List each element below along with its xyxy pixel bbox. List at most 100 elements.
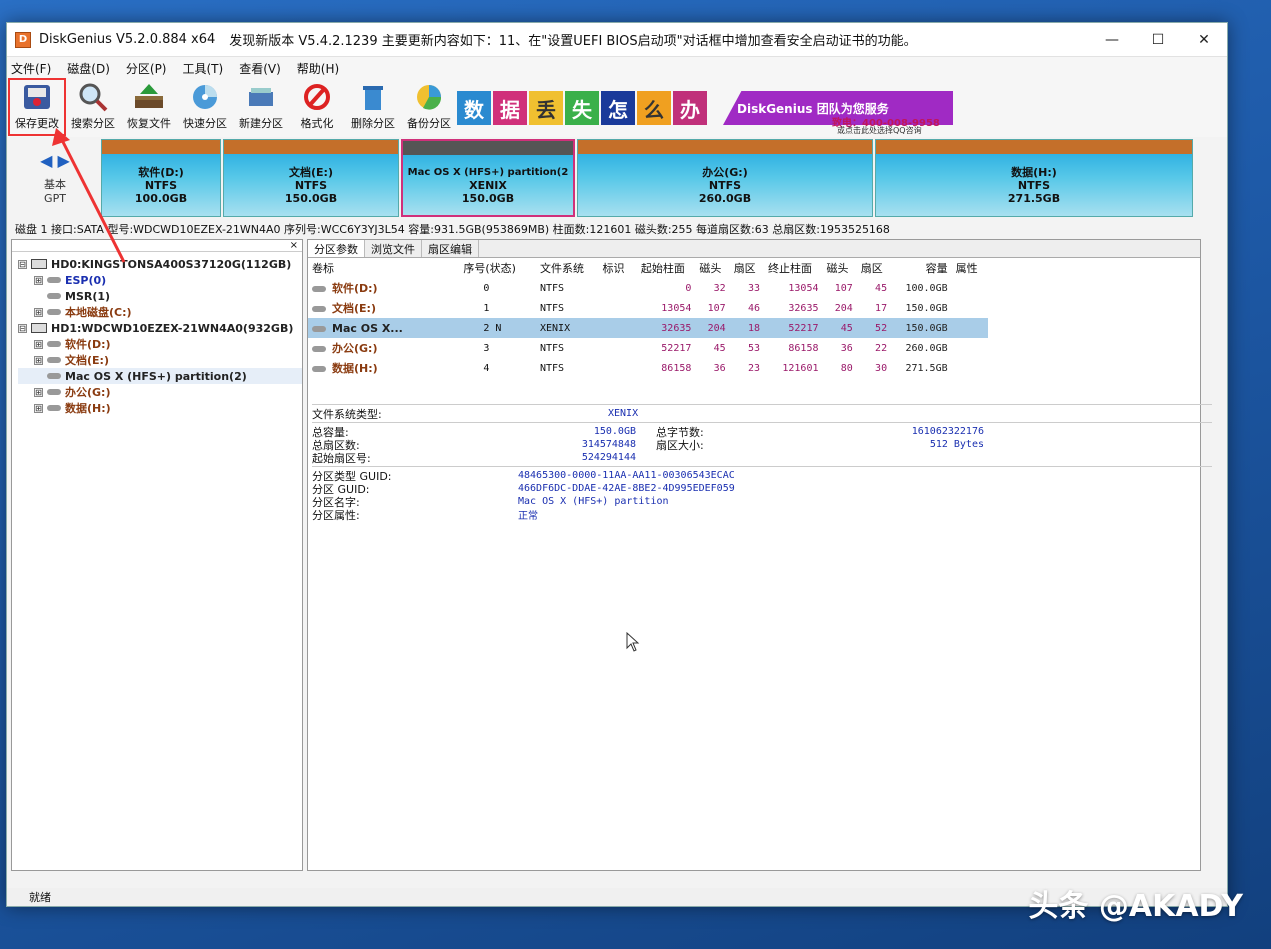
menu-file[interactable]: 文件(F)	[11, 60, 51, 77]
tab-partition-params[interactable]: 分区参数	[308, 240, 365, 257]
table-cell: XENIX	[536, 318, 599, 338]
table-cell: 53	[747, 342, 760, 354]
total-bytes-value: 161062322176	[911, 426, 984, 437]
col-flag[interactable]: 标识	[599, 258, 637, 278]
disk-nav-arrows[interactable]: ◀ ▶	[40, 151, 70, 170]
diskmap-partition-d[interactable]: 软件(D:) NTFS 100.0GB	[101, 139, 221, 217]
tree-expand-icon[interactable]: ⊞	[34, 275, 43, 285]
delete-partition-button[interactable]: 删除分区	[345, 79, 401, 135]
restore-files-button[interactable]: 恢复文件	[121, 79, 177, 135]
banner-char: 失	[565, 91, 599, 125]
new-partition-button[interactable]: 新建分区	[233, 79, 289, 135]
tree-item[interactable]: ⊞ 办公(G:)	[18, 384, 302, 400]
minimize-button[interactable]: —	[1089, 23, 1135, 56]
diskgenius-window: D DiskGenius V5.2.0.884 x64 发现新版本 V5.4.2…	[6, 22, 1228, 907]
partition-icon	[312, 366, 326, 372]
table-cell	[599, 358, 637, 378]
tree-expand-icon[interactable]: ⊞	[34, 387, 43, 397]
table-cell: 271.5GB	[905, 362, 948, 374]
start-sector-label: 起始扇区号:	[312, 451, 371, 465]
menu-tools[interactable]: 工具(T)	[183, 60, 224, 77]
partition-icon	[47, 341, 61, 347]
new-partition-icon	[243, 81, 279, 113]
menu-disk[interactable]: 磁盘(D)	[67, 60, 110, 77]
col-start-head[interactable]: 磁头	[695, 258, 729, 278]
tree-item[interactable]: ⊞ 软件(D:)	[18, 336, 302, 352]
col-index[interactable]: 序号(状态)	[459, 258, 536, 278]
table-cell: 32635	[788, 302, 819, 314]
diskmap-partition-g[interactable]: 办公(G:) NTFS 260.0GB	[577, 139, 873, 217]
col-start-cyl[interactable]: 起始柱面	[637, 258, 696, 278]
col-end-cyl[interactable]: 终止柱面	[764, 258, 823, 278]
table-cell: NTFS	[540, 342, 565, 354]
table-cell: 52217	[661, 342, 692, 354]
diskmap-partition-h[interactable]: 数据(H:) NTFS 271.5GB	[875, 139, 1193, 217]
partition-icon	[47, 309, 61, 315]
table-cell: 18	[729, 318, 764, 338]
tree-item-selected[interactable]: Mac OS X (HFS+) partition(2)	[18, 368, 302, 384]
quick-partition-button[interactable]: 快速分区	[177, 79, 233, 135]
table-cell: 46	[747, 302, 760, 314]
tree-item[interactable]: ⊞ 本地磁盘(C:)	[18, 304, 302, 320]
menu-partition[interactable]: 分区(P)	[126, 60, 167, 77]
tree-item[interactable]: ⊟ HD1:WDCWD10EZEX-21WN4A0(932GB)	[18, 320, 302, 336]
col-capacity[interactable]: 容量	[891, 258, 952, 278]
table-cell: 17	[875, 302, 888, 314]
tree-item[interactable]: ⊞ 文档(E:)	[18, 352, 302, 368]
table-row[interactable]: 软件(D:) 0 NTFS 0 32 33 13054 107 45 100.0GB	[308, 278, 988, 298]
tree-item[interactable]: MSR(1)	[18, 288, 302, 304]
partition-icon	[312, 286, 326, 292]
fs-type-label: 文件系统类型:	[312, 407, 382, 421]
tree-expand-icon[interactable]: ⊞	[34, 355, 43, 365]
table-row[interactable]: Mac OS X... 2 N XENIX 32635 204 18 52217 45 52 15…	[308, 318, 988, 338]
table-cell: 107	[707, 302, 726, 314]
diskmap-partition-mac[interactable]: Mac OS X (HFS+) partition(2 XENIX 150.0G…	[401, 139, 575, 217]
tree-collapse-icon[interactable]: ⊟	[18, 259, 27, 269]
disk-tree: × ⊟ HD0:KINGSTONSA400S37120G(112GB) ⊞ ES…	[11, 239, 303, 871]
backup-partition-button[interactable]: 备份分区	[401, 79, 457, 135]
table-cell: NTFS	[540, 362, 565, 374]
tree-close-button[interactable]: ×	[290, 240, 298, 251]
tree-item[interactable]: ⊟ HD0:KINGSTONSA400S37120G(112GB)	[18, 256, 302, 272]
col-end-sector[interactable]: 扇区	[857, 258, 891, 278]
table-cell	[599, 298, 637, 318]
menu-view[interactable]: 查看(V)	[239, 60, 281, 77]
disk-info-line: 磁盘 1 接口:SATA 型号:WDCWD10EZEX-21WN4A0 序列号:…	[15, 223, 890, 236]
table-row[interactable]: 文档(E:) 1 NTFS 13054 107 46 32635 204 17 150.0GB	[308, 298, 988, 318]
search-partition-button[interactable]: 搜索分区	[65, 79, 121, 135]
tab-sector-edit[interactable]: 扇区编辑	[422, 240, 479, 257]
col-end-head[interactable]: 磁头	[823, 258, 857, 278]
table-cell: 0	[483, 282, 490, 294]
table-cell	[599, 338, 637, 358]
table-cell: 204	[695, 318, 730, 338]
save-changes-button[interactable]: 保存更改	[8, 78, 66, 136]
table-cell	[952, 278, 988, 298]
col-volume[interactable]: 卷标	[308, 258, 459, 278]
tab-browse-files[interactable]: 浏览文件	[365, 240, 422, 257]
partition-icon	[312, 306, 326, 312]
table-cell: 1	[483, 302, 490, 314]
total-capacity-value: 150.0GB	[593, 426, 636, 437]
ad-banner[interactable]: 数 据 丢 失 怎 么 办 DiskGenius 团队为您服务 致电：400-0…	[457, 81, 957, 135]
table-row[interactable]: 数据(H:) 4 NTFS 86158 36 23 121601 80 30 271.5GB	[308, 358, 988, 378]
close-button[interactable]: ✕	[1181, 23, 1227, 56]
disk-icon	[31, 323, 47, 333]
type-guid-value: 48465300-0000-11AA-AA11-00306543ECAC	[518, 470, 735, 481]
tree-expand-icon[interactable]: ⊞	[34, 403, 43, 413]
col-start-sector[interactable]: 扇区	[730, 258, 764, 278]
update-notice[interactable]: 发现新版本 V5.4.2.1239 主要更新内容如下：11、在"设置UEFI B…	[229, 30, 916, 49]
maximize-button[interactable]: ☐	[1135, 23, 1181, 56]
table-row[interactable]: 办公(G:) 3 NTFS 52217 45 53 86158 36 22 260.0GB	[308, 338, 988, 358]
tree-item[interactable]: ⊞ 数据(H:)	[18, 400, 302, 416]
tree-collapse-icon[interactable]: ⊟	[18, 323, 27, 333]
table-cell	[599, 278, 637, 298]
diskmap-partition-e[interactable]: 文档(E:) NTFS 150.0GB	[223, 139, 399, 217]
menu-help[interactable]: 帮助(H)	[297, 60, 339, 77]
tree-expand-icon[interactable]: ⊞	[34, 339, 43, 349]
format-button[interactable]: 格式化	[289, 79, 345, 135]
tree-expand-icon[interactable]: ⊞	[34, 307, 43, 317]
tree-item[interactable]: ⊞ ESP(0)	[18, 272, 302, 288]
col-attr[interactable]: 属性	[952, 258, 988, 278]
partition-guid-value: 466DF6DC-DDAE-42AE-8BE2-4D995EDEF059	[518, 483, 735, 494]
col-filesystem[interactable]: 文件系统	[536, 258, 599, 278]
